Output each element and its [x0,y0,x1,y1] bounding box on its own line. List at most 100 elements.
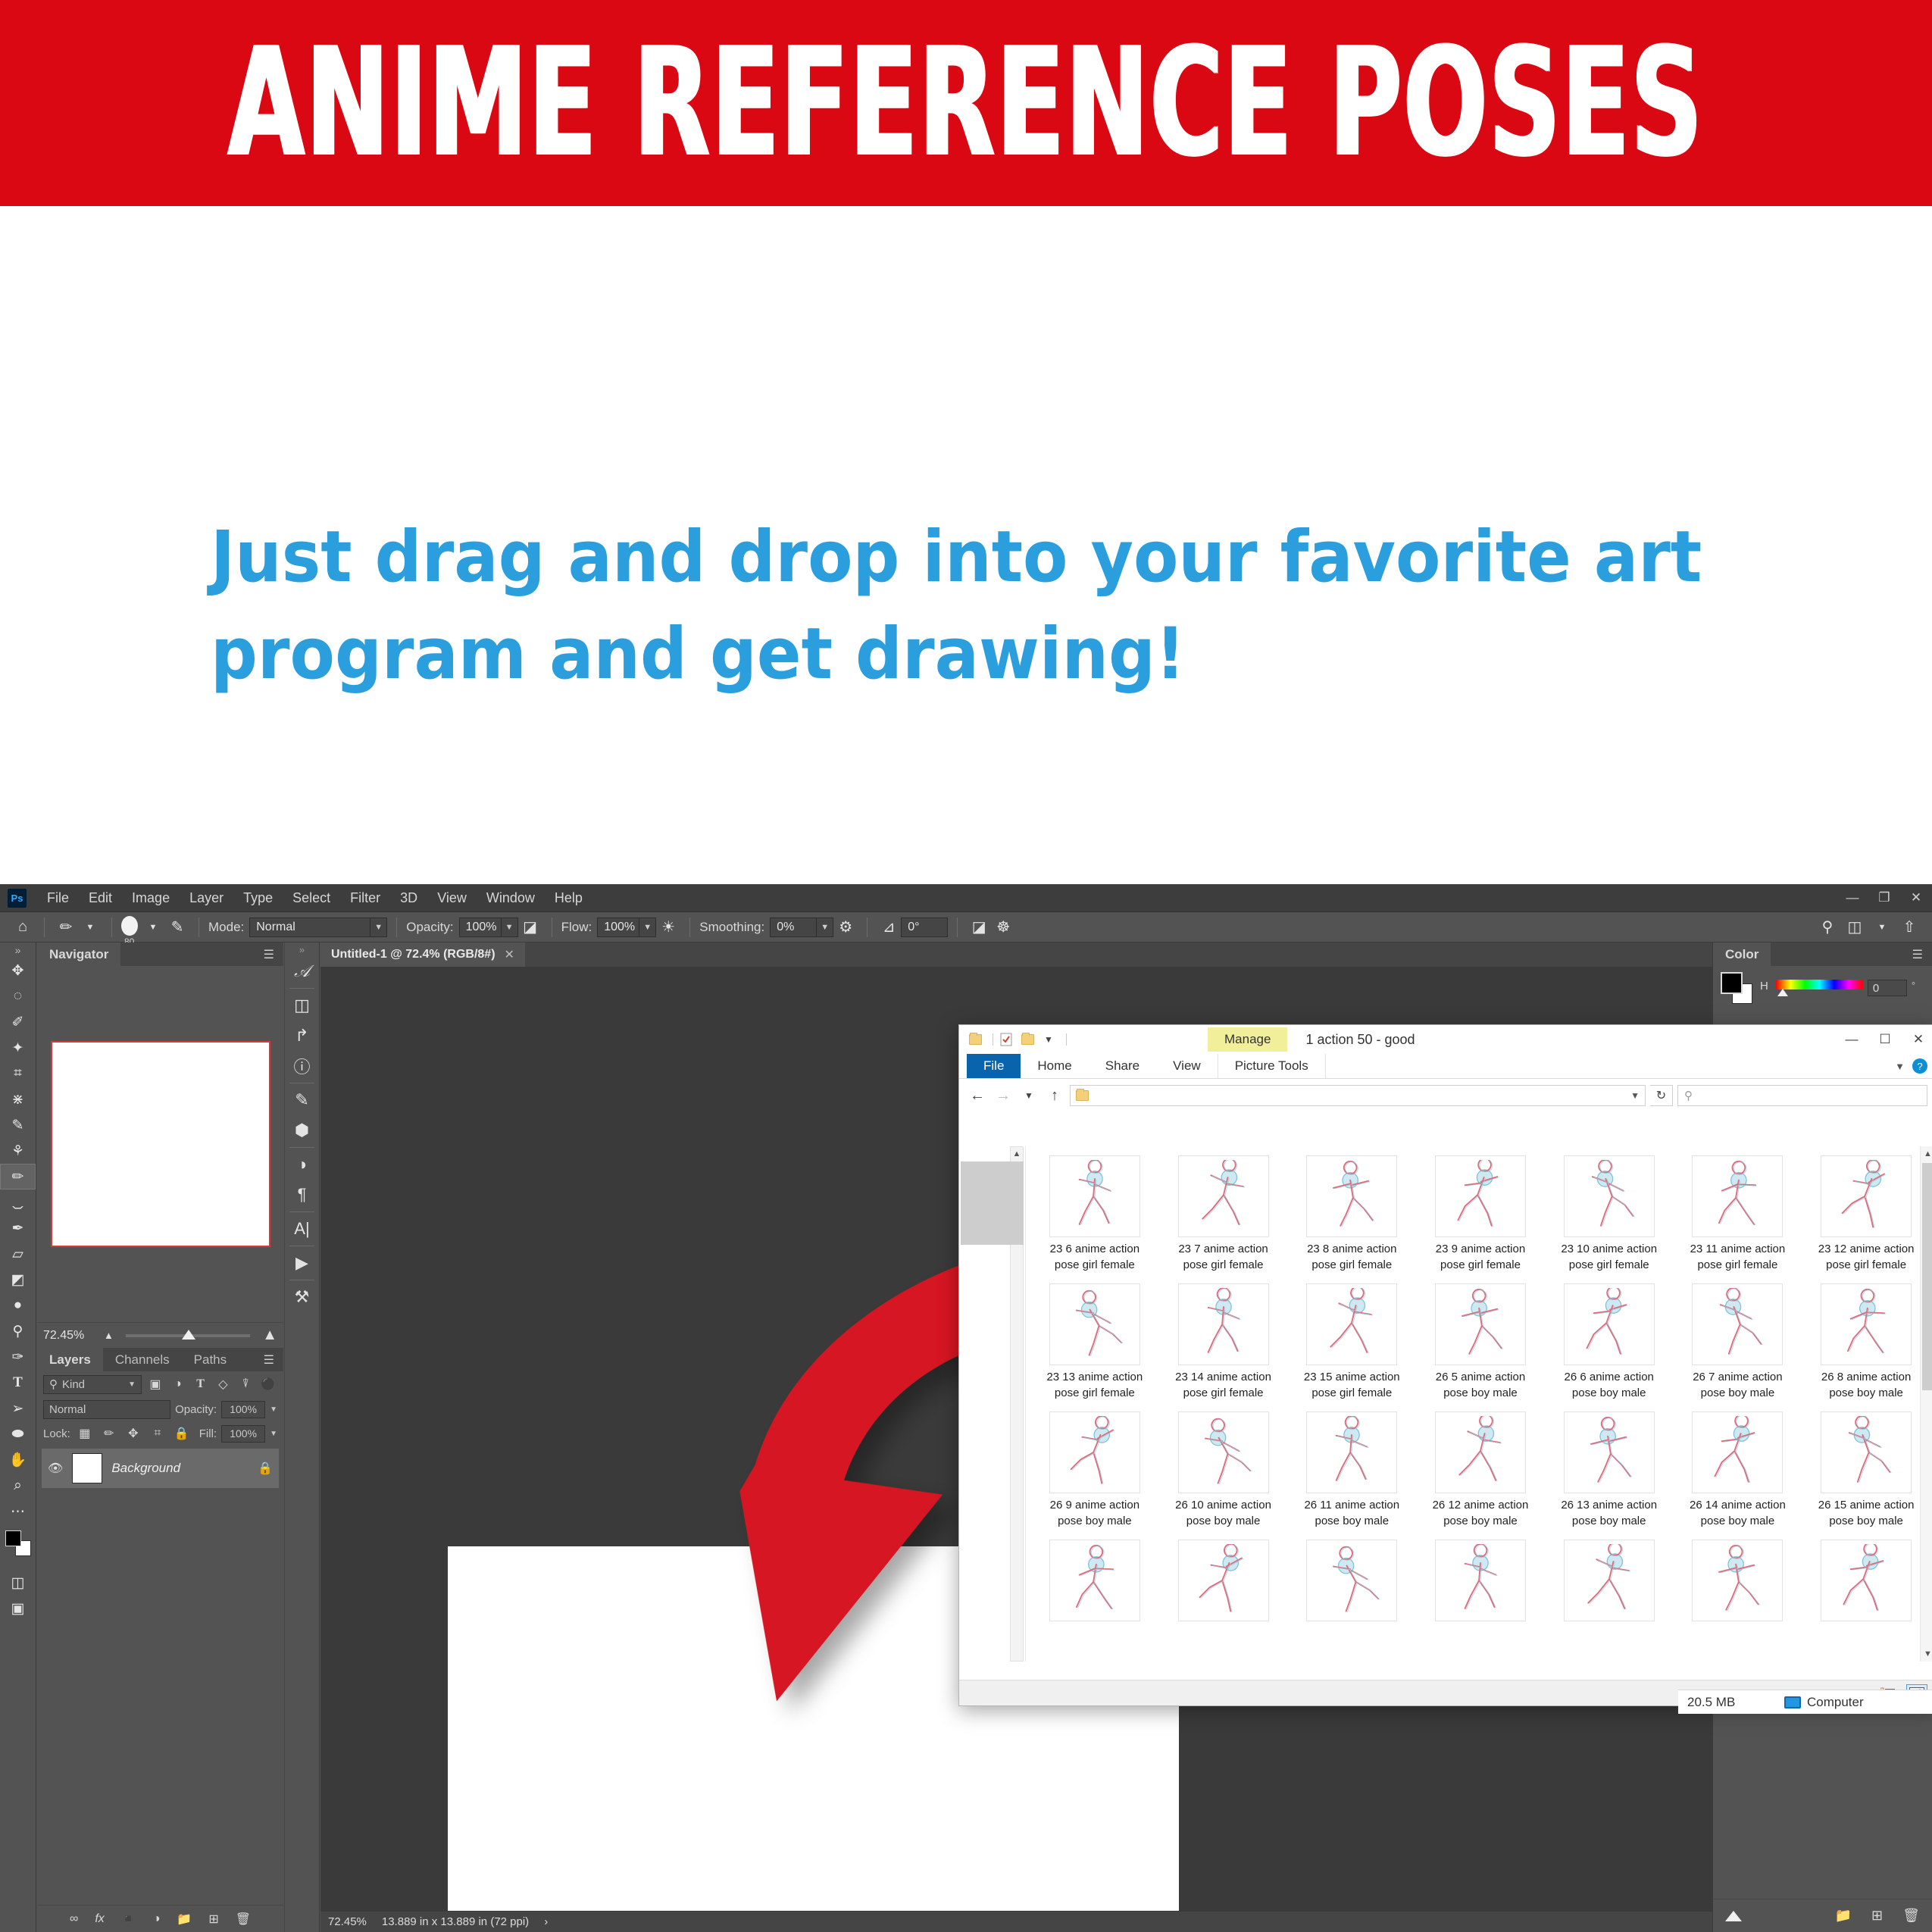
file-thumbnail[interactable] [1049,1411,1140,1493]
file-thumbnail[interactable] [1692,1540,1784,1621]
list-item[interactable]: 23 7 anime action pose girl female [1159,1152,1288,1280]
new-group-icon[interactable]: 📁 [177,1912,192,1927]
ribbon-tab-home[interactable]: Home [1021,1054,1088,1078]
folder-icon[interactable] [967,1031,983,1048]
home-icon[interactable]: ⌂ [11,916,35,939]
list-item[interactable] [1674,1537,1802,1633]
file-thumbnail[interactable] [1434,1540,1526,1621]
file-thumbnail[interactable] [1306,1155,1398,1237]
scroll-up-icon[interactable]: ▲ [1011,1147,1023,1161]
3d-cube-icon[interactable]: ⬢ [285,1115,319,1146]
file-thumbnail[interactable] [1434,1411,1526,1493]
file-list-scrollbar[interactable]: ▲ ▼ [1920,1146,1932,1662]
list-item[interactable]: 26 10 anime action pose boy male [1159,1408,1288,1537]
brush-settings-icon[interactable]: ✎ [285,1085,319,1115]
list-item[interactable] [1802,1537,1930,1633]
adjustment-layer-icon[interactable]: ◑ [153,1912,161,1926]
hue-slider[interactable] [1775,980,1863,989]
zoom-out-icon[interactable]: ▲ [104,1330,114,1341]
file-thumbnail[interactable] [1821,1155,1912,1237]
refresh-icon[interactable]: ↻ [1650,1085,1673,1106]
hue-input[interactable]: 0 [1867,980,1907,996]
character-styles-icon[interactable]: 𝒜 [285,956,319,986]
mode-select[interactable]: Normal [249,917,371,937]
file-thumbnail[interactable] [1049,1540,1140,1621]
tool-history-brush[interactable]: ✒ [0,1215,36,1241]
forward-arrow-icon[interactable]: → [993,1085,1014,1106]
new-brush-icon[interactable]: ⊞ [1871,1908,1883,1924]
tab-channels[interactable]: Channels [102,1348,182,1371]
tool-elliptical-marquee[interactable]: ◌ [0,983,36,1009]
file-thumbnail[interactable] [1177,1283,1269,1365]
ribbon-tab-view[interactable]: View [1156,1054,1218,1078]
chevron-down-icon[interactable]: ▼ [141,916,165,939]
foreground-color-swatch[interactable] [5,1530,21,1546]
tab-color[interactable]: Color [1713,943,1771,966]
foreground-color-swatch[interactable] [1721,972,1743,994]
eye-icon[interactable]: 👁 [48,1461,63,1476]
navigator-zoom-value[interactable]: 72.45% [43,1329,104,1343]
scroll-down-icon[interactable]: ▼ [1921,1646,1932,1662]
tab-layers[interactable]: Layers [37,1348,103,1371]
tools-icon[interactable]: ⚒ [285,1282,319,1312]
delete-layer-icon[interactable]: 🗑 [236,1912,251,1927]
file-thumbnail[interactable] [1563,1411,1655,1493]
chevron-down-icon[interactable]: ▼ [78,916,102,939]
file-thumbnail[interactable] [1434,1283,1526,1365]
tool-path-selection[interactable]: ➢ [0,1396,36,1421]
tool-gradient[interactable]: ◩ [0,1267,36,1293]
brush-icon[interactable]: ✏ [54,916,78,939]
list-item[interactable]: 23 14 anime action pose girl female [1159,1280,1288,1408]
layer-style-icon[interactable]: fx [95,1912,104,1926]
delete-brush-icon[interactable]: 🗑 [1902,1908,1920,1924]
maximize-button[interactable]: ☐ [1868,1025,1902,1054]
screen-mode-icon[interactable]: ▣ [0,1596,36,1621]
lock-image-icon[interactable]: ✏ [99,1424,119,1443]
scroll-up-icon[interactable]: ▲ [1921,1146,1932,1161]
list-item[interactable]: 26 5 anime action pose boy male [1416,1280,1545,1408]
list-item[interactable] [1030,1537,1159,1633]
pressure-size-icon[interactable]: ◪ [967,916,991,939]
list-item[interactable]: 23 15 anime action pose girl female [1287,1280,1416,1408]
opacity-input[interactable]: 100% [458,917,502,937]
panel-menu-icon[interactable]: ☰ [255,1352,283,1368]
file-thumbnail[interactable] [1821,1540,1912,1621]
up-arrow-icon[interactable]: ↑ [1044,1085,1065,1106]
airbrush-icon[interactable]: ☀ [656,916,680,939]
manage-contextual-tab[interactable]: Manage [1208,1027,1288,1052]
lock-all-icon[interactable]: 🔒 [172,1424,192,1443]
color-swatches[interactable] [5,1530,31,1556]
lock-transparent-icon[interactable]: ▦ [75,1424,95,1443]
pressure-opacity-icon[interactable]: ◪ [518,916,542,939]
search-input[interactable]: ⚲ [1677,1085,1927,1106]
file-thumbnail[interactable] [1563,1540,1655,1621]
recent-locations-icon[interactable]: ▼ [1018,1085,1039,1106]
expand-panels-icon[interactable]: » [285,943,319,956]
scroll-thumb[interactable] [1922,1163,1932,1390]
tool-horizontal-type[interactable]: T [0,1370,36,1396]
file-thumbnail[interactable] [1177,1540,1269,1621]
new-layer-icon[interactable]: ⊞ [208,1912,218,1927]
zoom-slider[interactable] [125,1329,251,1340]
tool-blur[interactable]: ● [0,1293,36,1318]
chevron-down-icon[interactable]: ▼ [1630,1090,1640,1101]
new-group-icon[interactable]: 📁 [1835,1908,1852,1924]
list-item[interactable]: 23 10 anime action pose girl female [1545,1152,1674,1280]
ribbon-tab-picture-tools[interactable]: Picture Tools [1217,1054,1326,1078]
minimize-button[interactable]: — [1837,884,1868,912]
link-layers-icon[interactable]: ∞ [70,1912,78,1926]
chevron-down-icon[interactable]: ▼ [817,917,834,937]
list-item[interactable]: 23 13 anime action pose girl female [1030,1280,1159,1408]
menu-image[interactable]: Image [122,890,180,906]
close-button[interactable]: ✕ [1902,1025,1932,1054]
menu-3d[interactable]: 3D [390,890,427,906]
arrange-icon[interactable]: ◫ [1843,916,1867,939]
list-item[interactable]: 23 9 anime action pose girl female [1416,1152,1545,1280]
file-thumbnail[interactable] [1821,1411,1912,1493]
angle-input[interactable]: 0° [901,917,949,937]
share-icon[interactable]: ⇧ [1897,916,1921,939]
file-thumbnail[interactable] [1563,1155,1655,1237]
ribbon-tab-share[interactable]: Share [1089,1054,1156,1078]
nav-pane-scroll-thumb[interactable] [961,1161,1024,1245]
panel-menu-icon[interactable]: ☰ [255,947,283,962]
